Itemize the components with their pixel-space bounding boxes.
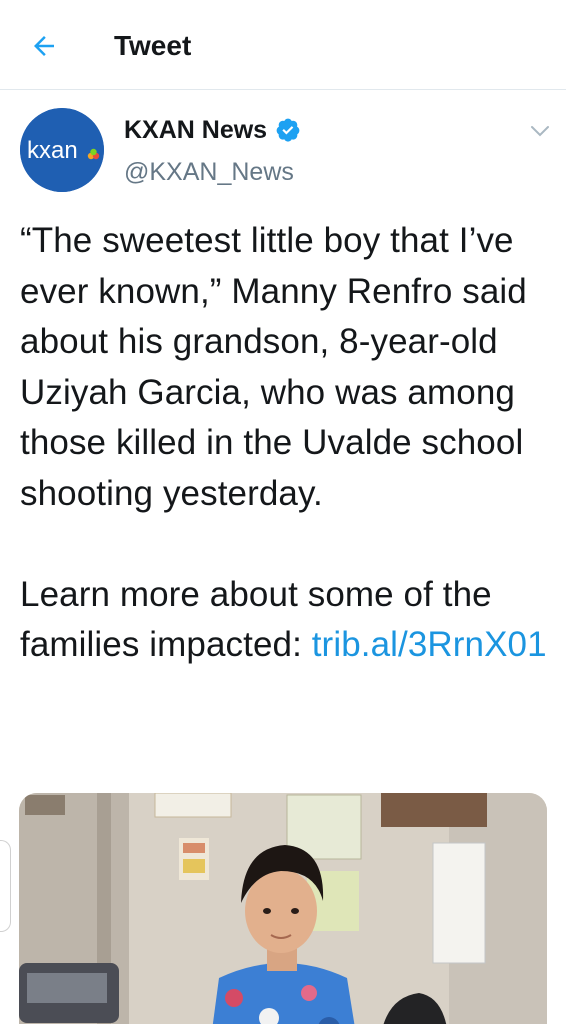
page-title: Tweet bbox=[114, 30, 192, 61]
side-handle bbox=[0, 840, 11, 932]
kxan-logo: kxan bbox=[20, 108, 104, 192]
chevron-down-icon bbox=[531, 126, 549, 137]
tweet-link[interactable]: trib.al/3RrnX01 bbox=[312, 625, 547, 664]
tweet-text: “The sweetest little boy that I’ve ever … bbox=[20, 216, 550, 671]
author-handle[interactable]: @KXAN_News bbox=[124, 156, 294, 188]
tweet-paragraph-2: Learn more about some of the families im… bbox=[20, 570, 550, 671]
app-header: Tweet bbox=[0, 0, 566, 90]
more-options-button[interactable] bbox=[528, 120, 552, 142]
tweet-photo[interactable] bbox=[19, 793, 547, 1024]
avatar[interactable]: kxan bbox=[20, 108, 104, 192]
tweet-paragraph-1: “The sweetest little boy that I’ve ever … bbox=[20, 221, 527, 513]
back-button[interactable] bbox=[24, 28, 64, 64]
arrow-left-icon bbox=[34, 36, 54, 56]
verified-badge-icon bbox=[276, 118, 300, 142]
author-name[interactable]: KXAN News bbox=[124, 114, 301, 146]
tweet-detail-page: Tweet kxan KXAN News @KXAN_News “The swe… bbox=[0, 0, 566, 1024]
photo-image bbox=[19, 793, 547, 1024]
svg-text:kxan: kxan bbox=[27, 137, 78, 164]
author-name-label: KXAN News bbox=[124, 116, 268, 144]
